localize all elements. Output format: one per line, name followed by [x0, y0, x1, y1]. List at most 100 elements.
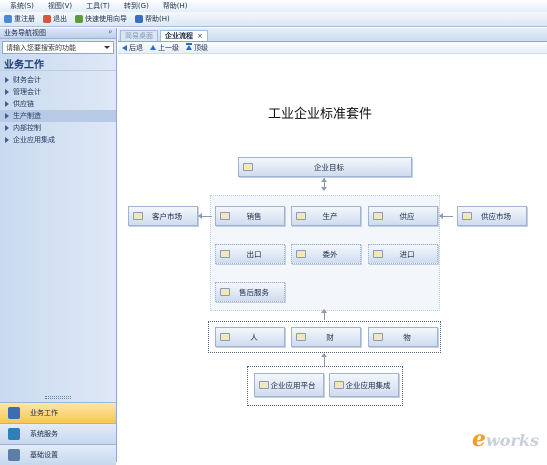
document-icon — [373, 212, 383, 220]
node-export[interactable]: 出口 — [215, 244, 285, 264]
node-label: 财 — [326, 332, 334, 342]
connector-arrow — [202, 216, 212, 217]
node-enterprise-goal[interactable]: 企业目标 — [238, 157, 412, 177]
up-button[interactable]: 上一级 — [150, 43, 179, 53]
content-area: 简易桌面 企业流程 × 后退 上一级 顶级 工业企业标准套件 企业目标 客户市场… — [118, 28, 547, 462]
node-outsourcing[interactable]: 委外 — [291, 244, 361, 264]
arrow-head-left — [198, 213, 202, 219]
search-input[interactable]: 请输入您要搜索的功能 — [2, 41, 114, 54]
node-sales[interactable]: 销售 — [215, 206, 285, 226]
expand-arrow-icon[interactable] — [5, 137, 9, 143]
sidebar-tree: 财务会计管理会计供应链生产制造内部控制企业应用集成 — [0, 71, 116, 146]
document-icon — [462, 212, 472, 220]
tab[interactable]: 企业流程 × — [160, 30, 208, 41]
toolbar-button[interactable]: 重注册 — [4, 14, 35, 24]
diagram-title: 工业企业标准套件 — [268, 107, 373, 122]
pin-icon[interactable]: ᵖ — [109, 29, 112, 37]
nav-section-icon — [8, 407, 20, 419]
node-label: 委外 — [322, 249, 338, 259]
expand-arrow-icon[interactable] — [5, 101, 9, 107]
node-label: 客户市场 — [152, 211, 182, 221]
tab-bar: 简易桌面 企业流程 × — [118, 28, 547, 42]
sidebar-header-title: 业务导航视图 — [4, 29, 46, 37]
menu-bar: 系统(S) 视图(V) 工具(T) 转到(G) 帮助(H) — [0, 0, 547, 12]
arrow-head-up — [321, 309, 327, 313]
sidebar-item-label: 管理会计 — [13, 88, 41, 96]
expand-arrow-icon[interactable] — [5, 125, 9, 131]
node-app-integration[interactable]: 企业应用集成 — [329, 373, 399, 397]
tab-label: 企业流程 — [165, 32, 193, 40]
top-button[interactable]: 顶级 — [186, 43, 208, 53]
sidebar-item-label: 生产制造 — [13, 112, 41, 120]
connector-arrow — [442, 216, 453, 217]
node-app-platform[interactable]: 企业应用平台 — [254, 373, 324, 397]
sidebar-item-label: 企业应用集成 — [13, 136, 55, 144]
node-people[interactable]: 人 — [215, 327, 285, 347]
arrow-head-up — [321, 178, 327, 182]
sidebar-item[interactable]: 生产制造 — [0, 110, 116, 122]
menu-item[interactable]: 系统(S) — [10, 1, 34, 11]
sidebar-item[interactable]: 企业应用集成 — [0, 134, 116, 146]
node-label: 出口 — [246, 249, 262, 259]
sidebar-item[interactable]: 管理会计 — [0, 86, 116, 98]
node-after-sales[interactable]: 售后服务 — [215, 282, 285, 302]
toolbar-button[interactable]: 快速使用向导 — [75, 14, 127, 24]
menu-item[interactable]: 帮助(H) — [163, 1, 188, 11]
toolbar-button-label: 帮助(H) — [145, 15, 170, 23]
bottom-nav-label: 系统服务 — [30, 430, 58, 438]
dropdown-arrow-icon[interactable] — [104, 46, 110, 49]
eworks-watermark: eworks — [472, 426, 539, 452]
toolbar-button-label: 重注册 — [14, 15, 35, 23]
sidebar-item-label: 财务会计 — [13, 76, 41, 84]
menu-item[interactable]: 工具(T) — [86, 1, 110, 11]
node-label: 生产 — [322, 211, 338, 221]
node-label: 销售 — [246, 211, 262, 221]
help-icon — [135, 15, 143, 23]
splitter-grip[interactable] — [45, 396, 71, 399]
bottom-nav-item[interactable]: 系统服务 — [0, 423, 116, 444]
back-button[interactable]: 后退 — [122, 43, 143, 53]
expand-arrow-icon[interactable] — [5, 77, 9, 83]
menu-item[interactable]: 转到(G) — [124, 1, 149, 11]
nav-section-icon — [8, 428, 20, 440]
document-icon — [220, 250, 230, 258]
tab-label: 简易桌面 — [125, 32, 153, 40]
nav-section-icon — [8, 449, 20, 461]
sidebar-item-label: 内部控制 — [13, 124, 41, 132]
document-icon — [296, 333, 306, 341]
bottom-nav: 业务工作 系统服务 基础设置 — [0, 402, 116, 465]
menu-item[interactable]: 视图(V) — [48, 1, 72, 11]
node-supplier-market[interactable]: 供应市场 — [457, 206, 527, 226]
node-label: 企业应用平台 — [270, 380, 316, 390]
node-label: 售后服务 — [239, 287, 269, 297]
node-label: 企业目标 — [314, 162, 344, 172]
toolbar-button[interactable]: 退出 — [43, 14, 67, 24]
exit-icon — [43, 15, 51, 23]
document-icon — [220, 288, 230, 296]
arrow-head-up — [321, 353, 327, 357]
close-icon[interactable]: × — [197, 32, 203, 40]
top-arrow-icon — [186, 45, 192, 50]
node-label: 供应 — [399, 211, 415, 221]
watermark-e: e — [472, 426, 487, 452]
sidebar-item[interactable]: 财务会计 — [0, 74, 116, 86]
node-label: 进口 — [399, 249, 415, 259]
sidebar-item[interactable]: 内部控制 — [0, 122, 116, 134]
top-label: 顶级 — [194, 43, 208, 52]
node-import[interactable]: 进口 — [368, 244, 438, 264]
expand-arrow-icon[interactable] — [5, 113, 9, 119]
process-diagram: 工业企业标准套件 企业目标 客户市场 供应市场 销售 生产 供应 出口 委外 进… — [118, 55, 547, 462]
node-label: 企业应用集成 — [345, 380, 391, 390]
toolbar-button-label: 退出 — [53, 15, 67, 23]
expand-arrow-icon[interactable] — [5, 89, 9, 95]
node-materials[interactable]: 物 — [368, 327, 438, 347]
tab[interactable]: 简易桌面 — [120, 30, 158, 41]
sidebar-item[interactable]: 供应链 — [0, 98, 116, 110]
toolbar-button[interactable]: 帮助(H) — [135, 14, 170, 24]
bottom-nav-item[interactable]: 业务工作 — [0, 402, 116, 423]
node-production[interactable]: 生产 — [291, 206, 361, 226]
node-supply[interactable]: 供应 — [368, 206, 438, 226]
node-customer-market[interactable]: 客户市场 — [128, 206, 198, 226]
arrow-head-left — [439, 213, 443, 219]
node-finance[interactable]: 财 — [291, 327, 361, 347]
